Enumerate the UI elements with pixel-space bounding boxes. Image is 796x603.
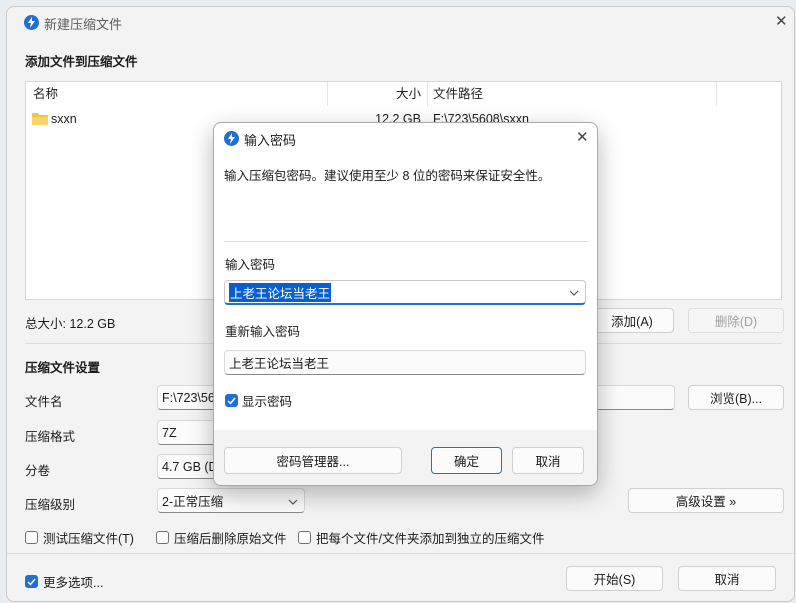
confirm-password-label: 重新输入密码: [225, 325, 301, 339]
total-size-label: 总大小: 12.2 GB: [25, 317, 116, 331]
ok-button[interactable]: 确定: [431, 447, 502, 474]
filename-label: 文件名: [25, 395, 63, 409]
divider: [7, 553, 794, 554]
checkbox-box[interactable]: [156, 531, 169, 544]
more-options-checkbox[interactable]: 更多选项...: [25, 572, 103, 591]
dialog-title: 输入密码: [244, 133, 297, 148]
delete-after-compress-checkbox[interactable]: 压缩后删除原始文件: [156, 528, 287, 547]
volume-select[interactable]: 4.7 GB (D: [157, 454, 217, 479]
checkbox-label: 把每个文件/文件夹添加到独立的压缩文件: [316, 532, 545, 546]
level-select-value: 2-正常压缩: [162, 495, 224, 509]
column-separator: [716, 82, 717, 106]
password-label: 输入密码: [225, 258, 276, 272]
advanced-settings-button[interactable]: 高级设置 »: [628, 488, 784, 513]
separate-archives-checkbox[interactable]: 把每个文件/文件夹添加到独立的压缩文件: [298, 528, 544, 547]
window-close-icon[interactable]: ✕: [775, 14, 788, 30]
volume-label: 分卷: [25, 464, 51, 478]
app-logo-icon: [224, 131, 239, 146]
level-label: 压缩级别: [25, 498, 76, 512]
browse-button[interactable]: 浏览(B)...: [688, 385, 784, 410]
password-input-value: 上老王论坛当老王: [229, 282, 332, 302]
dialog-close-icon[interactable]: ✕: [576, 130, 589, 146]
dialog-description: 输入压缩包密码。建议使用至少 8 位的密码来保证安全性。: [224, 169, 551, 183]
chevron-down-icon[interactable]: [569, 285, 579, 299]
cancel-button[interactable]: 取消: [678, 566, 776, 591]
password-dialog: 输入密码 ✕ 输入压缩包密码。建议使用至少 8 位的密码来保证安全性。 输入密码…: [213, 122, 598, 486]
title-bar: 新建压缩文件 ✕: [7, 7, 794, 39]
checkbox-box[interactable]: [25, 531, 38, 544]
column-header-path[interactable]: 文件路径: [433, 82, 483, 106]
checkbox-checked[interactable]: [225, 394, 238, 407]
show-password-checkbox[interactable]: 显示密码: [225, 391, 292, 410]
level-select[interactable]: 2-正常压缩: [157, 488, 305, 513]
app-logo-icon: [24, 15, 39, 30]
format-select[interactable]: 7Z: [157, 420, 217, 445]
column-header-size[interactable]: 大小: [328, 82, 421, 106]
add-button[interactable]: 添加(A): [590, 308, 674, 333]
start-button[interactable]: 开始(S): [566, 566, 663, 591]
column-separator: [427, 82, 428, 106]
chevron-down-icon: [288, 494, 298, 508]
confirm-password-input[interactable]: 上老王论坛当老王: [224, 350, 586, 375]
folder-icon: [32, 112, 48, 128]
divider: [224, 241, 589, 242]
checkbox-label: 显示密码: [242, 395, 293, 409]
delete-button[interactable]: 删除(D): [688, 308, 784, 333]
checkbox-label: 测试压缩文件(T): [43, 532, 134, 546]
checkbox-box[interactable]: [298, 531, 311, 544]
test-archive-checkbox[interactable]: 测试压缩文件(T): [25, 528, 134, 547]
password-input[interactable]: 上老王论坛当老王: [224, 280, 586, 305]
file-name-cell: sxxn: [51, 112, 77, 126]
checkbox-label: 更多选项...: [43, 576, 104, 590]
password-manager-button[interactable]: 密码管理器...: [224, 447, 402, 474]
format-label: 压缩格式: [25, 430, 76, 444]
column-header-name[interactable]: 名称: [33, 82, 58, 106]
section-title-settings: 压缩文件设置: [25, 361, 101, 375]
section-title-add-files: 添加文件到压缩文件: [25, 55, 138, 69]
checkbox-checked[interactable]: [25, 575, 38, 588]
dialog-cancel-button[interactable]: 取消: [512, 447, 584, 474]
window-title: 新建压缩文件: [44, 17, 123, 32]
checkbox-label: 压缩后删除原始文件: [174, 532, 287, 546]
